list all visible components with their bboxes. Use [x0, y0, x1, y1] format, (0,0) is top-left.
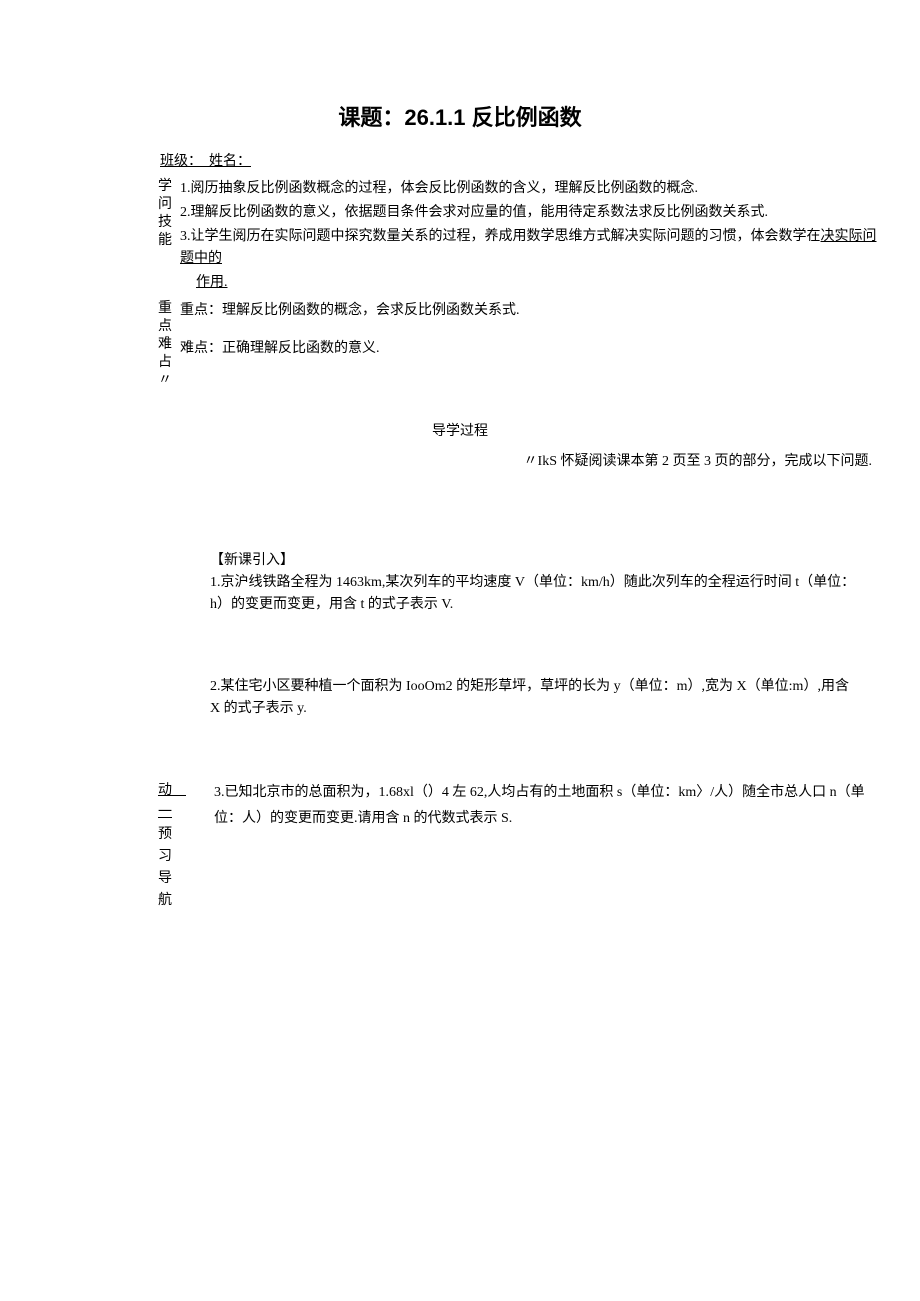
skills-item-2: 2.理解反比例函数的意义，依据题目条件会求对应量的值，能用待定系数法求反比例函数…: [180, 202, 880, 224]
pre-read-instruction: 〃IkS 怀疑阅读课本第 2 页至 3 页的部分，完成以下问题.: [40, 450, 880, 470]
skills-label-char-2: 问: [158, 196, 172, 214]
skills-label-char-1: 学: [158, 178, 172, 196]
question-3: 3.已知北京市的总面积为，1.68xl（）4 左 62,人均占有的土地面积 s（…: [214, 780, 880, 832]
skills-item-3: 3.让学生阅历在实际问题中探究数量关系的过程，养成用数学思维方式解决实际问题的习…: [180, 226, 880, 270]
focus-label-char-4: 占: [158, 354, 172, 372]
spacer: [180, 324, 880, 338]
question-1: 1.京沪线铁路全程为 1463km,某次列车的平均速度 V（单位：km/h）随此…: [210, 572, 860, 616]
focus-body: 重点：理解反比例函数的概念，会求反比例函数关系式. 难点：正确理解反比函数的意义…: [180, 300, 880, 362]
nav-label: 动 一 预 习 导 航: [158, 780, 198, 912]
skills-item-1: 1.阅历抽象反比例函数概念的过程，体会反比例函数的含义，理解反比例函数的概念.: [180, 178, 880, 200]
focus-label: 重 点 难 占 〃: [158, 300, 172, 390]
intro-heading: 【新课引入】: [210, 550, 860, 572]
skills-label: 学 问 技 能: [158, 178, 172, 250]
skills-label-char-3: 技: [158, 214, 172, 232]
focus-label-char-2: 点: [158, 318, 172, 336]
lesson-title: 课题：26.1.1 反比例函数: [40, 100, 880, 132]
skills-row: 学 问 技 能 1.阅历抽象反比例函数概念的过程，体会反比例函数的含义，理解反比…: [40, 178, 880, 296]
focus-label-char-3: 难: [158, 336, 172, 354]
focus-difficult-point: 难点：正确理解反比函数的意义.: [180, 338, 880, 360]
nav-label-line-2: 预 习: [158, 824, 198, 868]
question-2: 2.某住宅小区要种植一个面积为 IooOm2 的矩形草坪，草坪的长为 y（单位：…: [210, 676, 860, 720]
guide-process-heading: 导学过程: [40, 420, 880, 440]
nav-row: 动 一 预 习 导 航 3.已知北京市的总面积为，1.68xl（）4 左 62,…: [40, 780, 880, 912]
skills-item-3-text: 3.让学生阅历在实际问题中探究数量关系的过程，养成用数学思维方式解决实际问题的习…: [180, 229, 821, 244]
page: 课题：26.1.1 反比例函数 班级： 姓名： 学 问 技 能 1.阅历抽象反比…: [0, 0, 920, 972]
focus-key-point: 重点：理解反比例函数的概念，会求反比例函数关系式.: [180, 300, 880, 322]
skills-label-char-4: 能: [158, 232, 172, 250]
intro-block: 【新课引入】 1.京沪线铁路全程为 1463km,某次列车的平均速度 V（单位：…: [210, 550, 860, 720]
class-name-line: 班级： 姓名：: [160, 150, 880, 170]
skills-item-4: 作用.: [196, 272, 880, 294]
focus-row: 重 点 难 占 〃 重点：理解反比例函数的概念，会求反比例函数关系式. 难点：正…: [40, 300, 880, 390]
focus-label-char-1: 重: [158, 300, 172, 318]
nav-label-line-1: 动 一: [158, 780, 198, 824]
skills-body: 1.阅历抽象反比例函数概念的过程，体会反比例函数的含义，理解反比例函数的概念. …: [180, 178, 880, 296]
nav-label-line-3: 导 航: [158, 868, 198, 912]
focus-label-char-5: 〃: [158, 372, 172, 390]
